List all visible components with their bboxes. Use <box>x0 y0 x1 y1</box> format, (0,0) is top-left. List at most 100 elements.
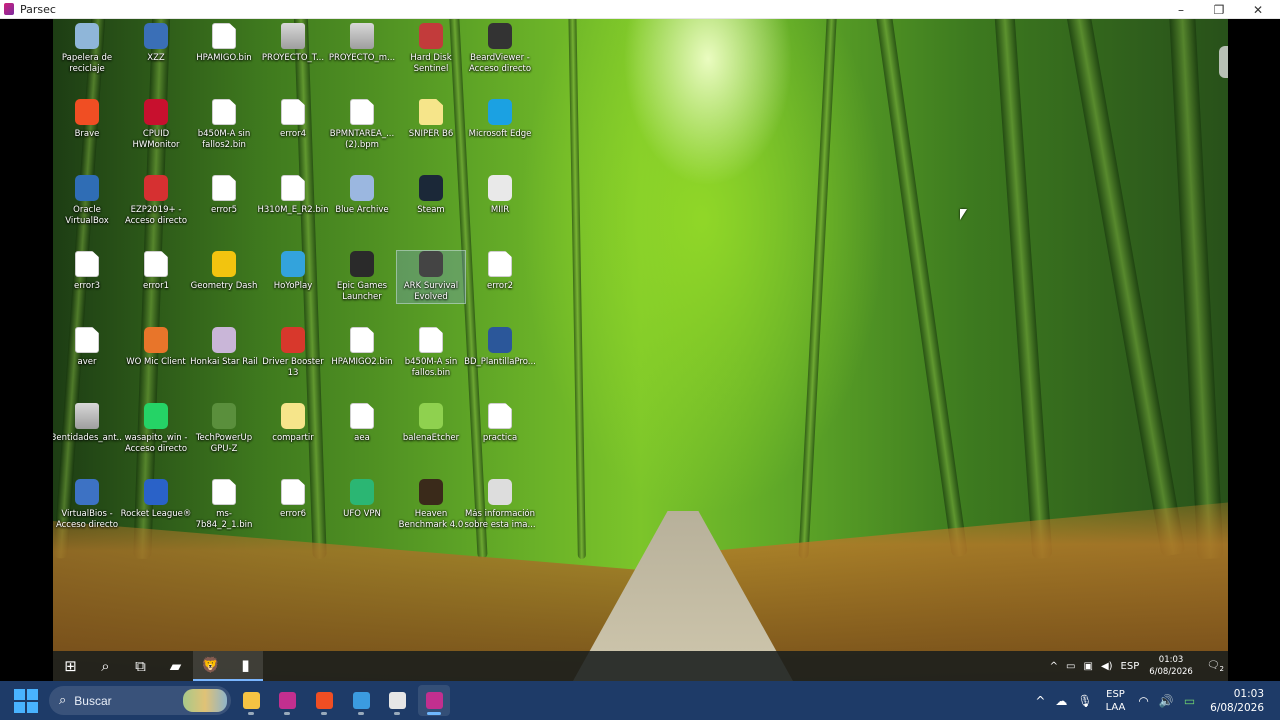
file-icon <box>212 175 236 201</box>
volume-icon[interactable]: 🔊 <box>1159 694 1174 708</box>
desktop-icon[interactable]: Epic Games Launcher <box>328 251 396 303</box>
desktop-icon[interactable]: HPAMIGO.bin <box>190 23 258 64</box>
network-icon[interactable]: ▣ <box>1083 661 1092 672</box>
brave-icon-taskbar-button[interactable] <box>308 685 340 716</box>
desktop-icon[interactable]: aver <box>53 327 121 368</box>
desktop-icon[interactable]: HPAMIGO2.bin <box>328 327 396 368</box>
file-explorer-icon-taskbar-button[interactable] <box>235 685 267 716</box>
photos-icon-taskbar-button[interactable] <box>345 685 377 716</box>
word-doc-icon <box>488 327 512 353</box>
remote-desktop-view[interactable]: Papelera de reciclaje XZZ HPAMIGO.bin PROYE… <box>53 19 1228 681</box>
desktop-icon-label: MIIR <box>490 205 510 215</box>
desktop-icon[interactable]: error2 <box>466 251 534 292</box>
desktop-icon[interactable]: Microsoft Edge <box>466 99 534 140</box>
desktop-icon[interactable]: SNIPER B6 <box>397 99 465 140</box>
desktop-icon[interactable]: b450M-A sin fallos.bin <box>397 327 465 379</box>
desktop-icon[interactable]: WO Mic Client <box>122 327 190 368</box>
parsec-icon-taskbar-button[interactable] <box>418 685 450 716</box>
desktop-icon[interactable]: Heaven Benchmark 4.0 <box>397 479 465 531</box>
maximize-button[interactable]: ❐ <box>1199 0 1239 19</box>
start-button[interactable] <box>14 689 38 713</box>
minimize-button[interactable]: – <box>1161 0 1201 19</box>
desktop-icon[interactable]: XZZ <box>122 23 190 64</box>
desktop-icon[interactable]: UFO VPN <box>328 479 396 520</box>
desktop-icon-grid: Papelera de reciclaje XZZ HPAMIGO.bin PROYE… <box>53 19 553 619</box>
desktop-icon[interactable]: error3 <box>53 251 121 292</box>
desktop-icon[interactable]: error6 <box>259 479 327 520</box>
desktop-icon[interactable]: error5 <box>190 175 258 216</box>
desktop-icon[interactable]: PROYECTO_m... <box>328 23 396 64</box>
desktop-icon[interactable]: ARK Survival Evolved <box>396 250 466 304</box>
parsec-logo-icon <box>4 3 14 15</box>
desktop-icon[interactable]: VirtualBios - Acceso directo <box>53 479 121 531</box>
desktop-icon[interactable]: balenaEtcher <box>397 403 465 444</box>
desktop-icon[interactable]: Oracle VirtualBox <box>53 175 121 227</box>
desktop-icon[interactable]: Rocket League® <box>121 479 191 520</box>
desktop-icon[interactable]: compartir <box>259 403 327 444</box>
desktop-icon[interactable]: Más información sobre esta ima... <box>464 479 536 531</box>
search-highlight-image[interactable] <box>183 689 227 712</box>
whatsapp-icon <box>144 403 168 429</box>
desktop-icon[interactable]: Steam <box>397 175 465 216</box>
close-button[interactable]: ✕ <box>1238 0 1278 19</box>
volume-icon[interactable]: ◀) <box>1101 661 1113 672</box>
brave-icon[interactable]: 🦁 <box>193 651 228 681</box>
cloud-offline-icon[interactable]: ☁ <box>1055 694 1067 708</box>
parsec-icon[interactable]: ▮ <box>228 651 263 681</box>
desktop-icon[interactable]: Geometry Dash <box>190 251 258 292</box>
desktop-icon-label: HPAMIGO2.bin <box>331 357 393 367</box>
obs-icon-taskbar-button[interactable] <box>381 685 413 716</box>
desktop-icon[interactable]: TechPowerUp GPU-Z <box>190 403 258 455</box>
task-view-icon[interactable]: ⧉ <box>123 651 158 681</box>
language-indicator[interactable]: ESP <box>1121 661 1140 672</box>
parsec-icon-taskbar-button[interactable] <box>271 685 303 716</box>
desktop-icon-label: Hard Disk Sentinel <box>410 53 452 74</box>
desktop-icon[interactable]: CPUID HWMonitor <box>122 99 190 151</box>
desktop-icon[interactable]: Blue Archive <box>328 175 396 216</box>
desktop-icon[interactable]: error1 <box>122 251 190 292</box>
desktop-icon-label: error2 <box>487 281 513 291</box>
wifi-icon[interactable]: ◠ <box>1138 694 1148 708</box>
desktop-icon[interactable]: HoYoPlay <box>259 251 327 292</box>
desktop-icon[interactable]: 3entidades_ant... <box>53 403 123 444</box>
remote-clock[interactable]: 01:03 6/08/2026 <box>1149 654 1193 678</box>
desktop-icon[interactable]: BeardViewer - Acceso directo <box>466 23 534 75</box>
search-icon[interactable]: ⌕ <box>88 651 123 681</box>
taskbar-search[interactable]: ⌕ <box>49 686 231 715</box>
desktop-icon[interactable]: BPMNTAREA_... (2).bpm <box>328 99 396 151</box>
battery-icon[interactable]: ▭ <box>1184 694 1195 708</box>
parsec-overlay-button[interactable] <box>1219 46 1228 78</box>
desktop-icon[interactable]: practica <box>466 403 534 444</box>
notifications-icon[interactable]: 🗨2 <box>1207 660 1224 673</box>
desktop-icon[interactable]: MIIR <box>466 175 534 216</box>
desktop-icon[interactable]: b450M-A sin fallos2.bin <box>190 99 258 151</box>
local-clock[interactable]: 01:03 6/08/2026 <box>1210 687 1264 715</box>
hoyoplay-icon <box>281 251 305 277</box>
desktop-icon[interactable]: wasapito_win - Acceso directo <box>122 403 190 455</box>
desktop-icon[interactable]: BD_PlantillaPro... <box>464 327 536 368</box>
desktop-icon[interactable]: Brave <box>53 99 121 140</box>
language-switcher[interactable]: ESP LAA <box>1106 688 1126 714</box>
microphone-icon[interactable]: 🎙 <box>1077 694 1092 708</box>
desktop-icon[interactable]: aea <box>328 403 396 444</box>
show-hidden-icons-button[interactable]: ^ <box>1050 661 1058 672</box>
desktop-icon[interactable]: error4 <box>259 99 327 140</box>
desktop-icon[interactable]: PROYECTO_T... <box>259 23 327 64</box>
desktop-icon[interactable]: Honkai Star Rail <box>190 327 258 368</box>
search-input[interactable] <box>74 693 155 708</box>
desktop-icon[interactable]: EZP2019+ - Acceso directo <box>122 175 190 227</box>
shuffle-icon <box>488 23 512 49</box>
desktop-icon-label: 3entidades_ant... <box>53 433 123 443</box>
desktop-icon-label: Más información sobre esta ima... <box>464 509 536 530</box>
microphone-icon <box>144 327 168 353</box>
file-explorer-icon[interactable]: ▰ <box>158 651 193 681</box>
show-hidden-icons-button[interactable]: ^ <box>1035 694 1045 708</box>
desktop-icon[interactable]: Papelera de reciclaje <box>53 23 121 75</box>
windows-start-icon[interactable]: ⊞ <box>53 651 88 681</box>
desktop-icon[interactable]: ms-7b84_2_1.bin <box>190 479 258 531</box>
remote-time: 01:03 <box>1158 655 1184 665</box>
desktop-icon[interactable]: Hard Disk Sentinel <box>397 23 465 75</box>
desktop-icon[interactable]: Driver Booster 13 <box>259 327 327 379</box>
desktop-icon[interactable]: H310M_E_R2.bin <box>258 175 328 216</box>
device-icon[interactable]: ▭ <box>1066 661 1075 672</box>
